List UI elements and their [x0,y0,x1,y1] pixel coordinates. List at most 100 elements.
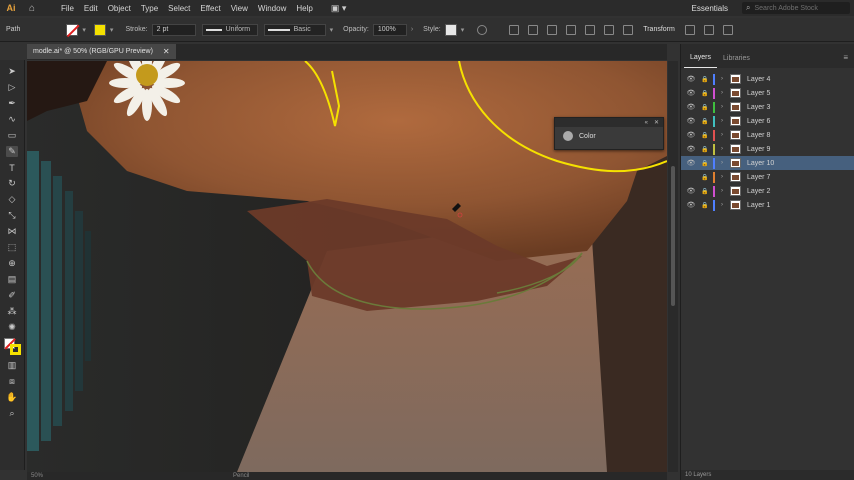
close-icon[interactable]: ✕ [163,47,170,56]
visibility-eye-icon[interactable]: 👁 [686,103,696,111]
layer-row[interactable]: 👁 🔒 › Layer 1 [681,198,854,212]
collapse-icon[interactable]: « [645,120,648,126]
chevron-right-icon[interactable]: › [411,26,413,33]
chevron-down-icon[interactable]: ▾ [82,26,86,34]
lock-icon[interactable]: 🔒 [700,146,710,153]
scale-tool-icon[interactable]: ⤡ [6,210,18,221]
layer-name[interactable]: Layer 6 [747,118,770,125]
layer-name[interactable]: Layer 9 [747,146,770,153]
arrange-documents-icon[interactable]: ▣ ▾ [331,2,353,14]
chevron-right-icon[interactable]: › [718,174,726,180]
opacity-label[interactable]: Opacity: [343,26,369,33]
align-icon[interactable] [509,24,520,35]
rectangle-tool-icon[interactable]: ▭ [6,130,18,141]
lock-icon[interactable]: 🔒 [700,202,710,209]
visibility-eye-icon[interactable]: 👁 [686,187,696,195]
layer-row[interactable]: 👁 🔒 › Layer 4 [681,72,854,86]
lock-icon[interactable]: 🔒 [700,90,710,97]
fill-swatch[interactable] [66,23,79,36]
chevron-down-icon[interactable]: ▾ [461,26,465,34]
menu-help[interactable]: Help [296,4,312,13]
graph-tool-icon[interactable]: ▥ [6,360,18,371]
stroke-weight-field[interactable]: 2 pt [151,23,196,36]
curvature-tool-icon[interactable]: ∿ [6,114,18,125]
lock-icon[interactable]: 🔒 [700,104,710,111]
workspace-switcher[interactable]: Essentials [692,4,728,13]
layer-name[interactable]: Layer 3 [747,104,770,111]
free-transform-tool-icon[interactable]: ⬚ [6,242,18,253]
layer-row[interactable]: 👁 🔒 › Layer 10 [681,156,854,170]
layer-name[interactable]: Layer 8 [747,132,770,139]
brush-definition[interactable]: Basic [263,23,326,36]
visibility-eye-icon[interactable]: 👁 [686,131,696,139]
pen-tool-icon[interactable]: ✒ [6,98,18,109]
chevron-right-icon[interactable]: › [718,146,726,152]
menu-file[interactable]: File [61,4,74,13]
recolor-artwork-icon[interactable] [477,24,488,35]
menu-edit[interactable]: Edit [84,4,98,13]
home-icon[interactable]: ⌂ [25,1,39,15]
color-panel-header[interactable]: « ✕ [555,118,663,127]
lock-icon[interactable]: 🔒 [700,132,710,139]
lock-icon[interactable]: 🔒 [700,76,710,83]
stroke-label[interactable]: Stroke: [125,26,147,33]
chevron-right-icon[interactable]: › [718,76,726,82]
visibility-eye-icon[interactable]: 👁 [686,145,696,153]
tab-libraries[interactable]: Libraries [717,55,756,68]
gradient-tool-icon[interactable]: ▤ [6,274,18,285]
chevron-down-icon[interactable]: ▾ [110,26,114,34]
align-bottom-icon[interactable] [623,24,634,35]
chevron-right-icon[interactable]: › [718,188,726,194]
transform-link[interactable]: Transform [643,26,675,33]
layer-row[interactable]: 👁 🔒 › Layer 8 [681,128,854,142]
pencil-tool-icon[interactable]: ✎ [6,146,18,157]
color-panel[interactable]: « ✕ Color [554,117,664,150]
chevron-right-icon[interactable]: › [718,160,726,166]
layer-row[interactable]: 👁 🔒 › Layer 3 [681,100,854,114]
vertical-scrollbar[interactable] [668,61,678,472]
stroke-indicator[interactable] [10,344,21,355]
symbol-sprayer-tool-icon[interactable]: ✺ [6,322,18,333]
rotate-tool-icon[interactable]: ↻ [6,178,18,189]
stock-search-input[interactable]: ⌕ Search Adobe Stock [742,2,850,14]
layer-row[interactable]: 👁 🔒 › Layer 9 [681,142,854,156]
hand-tool-icon[interactable]: ✋ [6,392,18,403]
type-tool-icon[interactable]: T [6,162,18,173]
quick-actions-icon[interactable] [703,24,714,35]
chevron-right-icon[interactable]: › [718,202,726,208]
zoom-tool-icon[interactable]: ⌕ [6,408,18,419]
lock-icon[interactable]: 🔒 [700,188,710,195]
layer-row[interactable]: 👁 🔒 › Layer 6 [681,114,854,128]
align-left-icon[interactable] [528,24,539,35]
direct-selection-tool-icon[interactable]: ▷ [6,82,18,93]
isolate-icon[interactable] [684,24,695,35]
chevron-right-icon[interactable]: › [718,118,726,124]
shape-builder-tool-icon[interactable]: ⊕ [6,258,18,269]
layer-row[interactable]: 👁 🔒 › Layer 5 [681,86,854,100]
panel-menu-icon[interactable] [722,24,733,35]
graphic-style-swatch[interactable] [444,23,457,36]
color-panel-title[interactable]: Color [579,133,596,140]
layer-name[interactable]: Layer 5 [747,90,770,97]
blend-tool-icon[interactable]: ⁂ [6,306,18,317]
visibility-eye-icon[interactable]: 👁 [686,75,696,83]
scrollbar-thumb[interactable] [671,166,675,306]
align-right-icon[interactable] [566,24,577,35]
eyedropper-tool-icon[interactable]: ✐ [6,290,18,301]
chevron-right-icon[interactable]: › [718,132,726,138]
chevron-right-icon[interactable]: › [718,90,726,96]
visibility-eye-icon[interactable]: 👁 [686,117,696,125]
layer-row[interactable]: 🔒 › Layer 7 [681,170,854,184]
stroke-swatch[interactable] [93,23,106,36]
width-tool-icon[interactable]: ⋈ [6,226,18,237]
menu-effect[interactable]: Effect [200,4,220,13]
layer-name[interactable]: Layer 10 [747,160,774,167]
close-icon[interactable]: ✕ [654,119,659,126]
document-tab[interactable]: modle.ai* @ 50% (RGB/GPU Preview) ✕ [27,44,176,59]
menu-type[interactable]: Type [141,4,158,13]
selection-tool-icon[interactable]: ➤ [6,66,18,77]
chevron-down-icon[interactable]: ▾ [330,26,334,34]
layer-row[interactable]: 👁 🔒 › Layer 2 [681,184,854,198]
visibility-eye-icon[interactable]: 👁 [686,159,696,167]
zoom-level[interactable]: 50% [31,473,43,479]
